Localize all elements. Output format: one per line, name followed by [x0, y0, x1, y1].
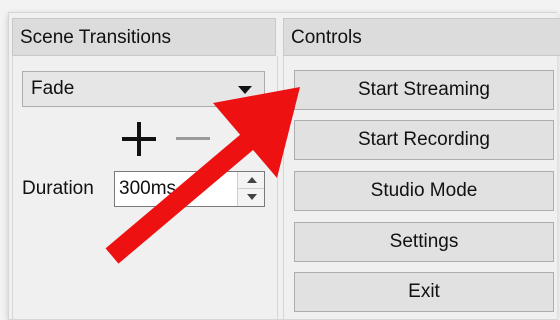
controls-title: Controls	[291, 27, 362, 48]
remove-transition-button[interactable]	[176, 122, 210, 156]
controls-header: Controls	[283, 18, 560, 56]
transition-select-value: Fade	[31, 78, 75, 99]
start-streaming-button[interactable]: Start Streaming	[294, 70, 554, 110]
exit-button[interactable]: Exit	[294, 272, 554, 312]
scene-transitions-title: Scene Transitions	[20, 27, 172, 48]
chevron-down-icon	[238, 86, 252, 94]
start-recording-button[interactable]: Start Recording	[294, 120, 554, 160]
spin-up-icon[interactable]	[238, 172, 264, 189]
duration-spinner	[237, 172, 264, 206]
scene-transitions-header: Scene Transitions	[12, 18, 276, 56]
duration-field[interactable]: 300ms	[114, 171, 265, 207]
duration-value: 300ms	[119, 178, 177, 199]
spin-down-icon[interactable]	[238, 189, 264, 206]
studio-mode-button[interactable]: Studio Mode	[294, 171, 554, 211]
settings-button[interactable]: Settings	[294, 222, 554, 262]
duration-label: Duration	[22, 178, 94, 199]
add-transition-button[interactable]	[122, 122, 156, 156]
transition-select[interactable]: Fade	[22, 71, 265, 107]
